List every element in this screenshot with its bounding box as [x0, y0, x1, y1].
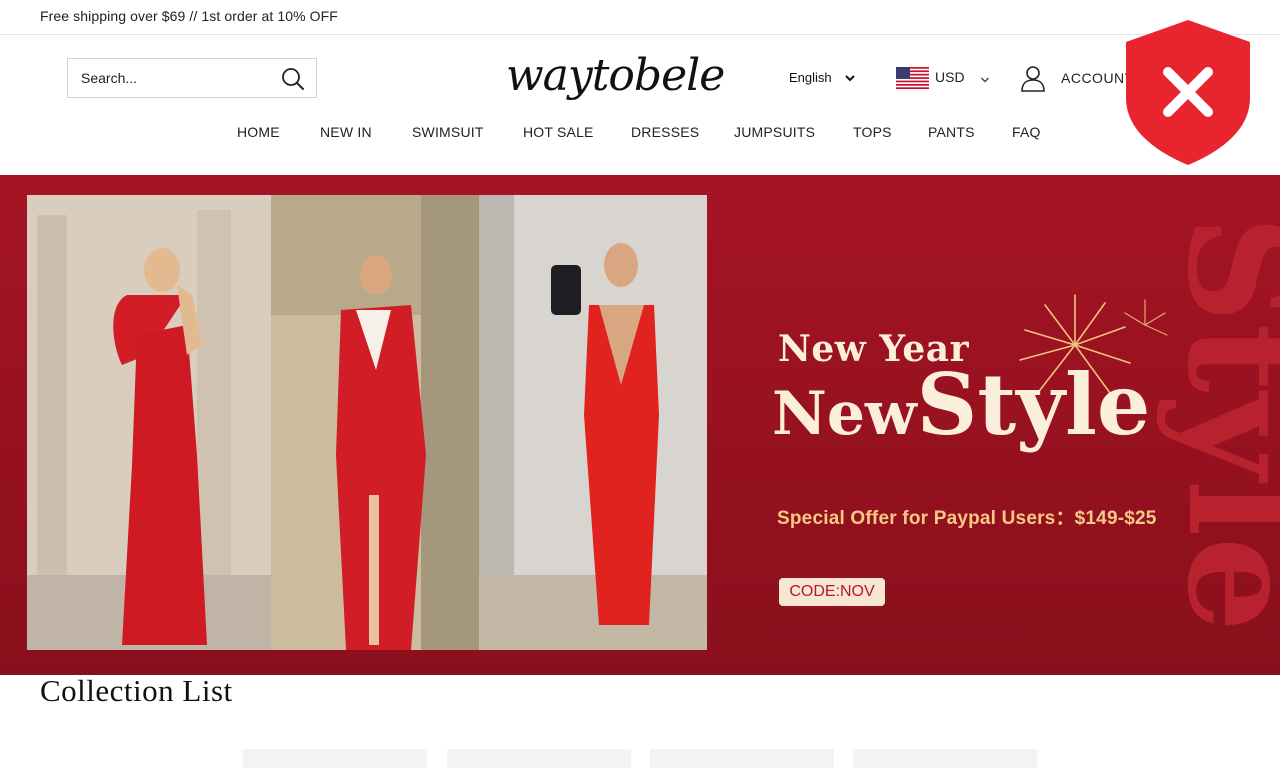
- logo-text: waytobele: [506, 50, 725, 101]
- promo-code-badge[interactable]: CODE:NOV: [779, 578, 885, 606]
- language-label: English: [789, 70, 832, 85]
- svg-text:Style: Style: [1154, 215, 1280, 632]
- model-photo: [271, 195, 479, 650]
- close-overlay-button[interactable]: [1126, 20, 1250, 165]
- chevron-down-icon: [980, 72, 990, 83]
- banner-title-new: New: [772, 379, 917, 449]
- style-watermark: Style: [1154, 215, 1280, 632]
- model-photo: [27, 195, 271, 650]
- nav-item-hot-sale[interactable]: HOT SALE: [523, 124, 594, 140]
- announcement-text: Free shipping over $69 // 1st order at 1…: [40, 8, 338, 24]
- us-flag-icon: [896, 67, 929, 89]
- chevron-down-icon: [844, 71, 856, 83]
- nav-item-jumpsuits[interactable]: JUMPSUITS: [734, 124, 815, 140]
- main-navigation: HOME NEW IN SWIMSUIT HOT SALE DRESSES JU…: [0, 120, 1280, 148]
- account-label: ACCOUNT: [1061, 70, 1134, 86]
- collection-card[interactable]: [853, 749, 1037, 768]
- nav-item-home[interactable]: HOME: [237, 124, 280, 140]
- announcement-bar: Free shipping over $69 // 1st order at 1…: [0, 0, 1280, 35]
- nav-item-pants[interactable]: PANTS: [928, 124, 975, 140]
- user-icon: [1020, 64, 1046, 92]
- collection-card[interactable]: [650, 749, 834, 768]
- model-photo: [479, 195, 707, 650]
- collection-card[interactable]: [243, 749, 427, 768]
- banner-offer-text: Special Offer for Paypal Users：$149-$25: [777, 508, 1157, 529]
- nav-item-tops[interactable]: TOPS: [853, 124, 892, 140]
- search-icon[interactable]: [280, 66, 306, 92]
- currency-label: USD: [935, 69, 965, 85]
- search-input[interactable]: [68, 59, 273, 97]
- nav-item-faq[interactable]: FAQ: [1012, 124, 1041, 140]
- nav-item-swimsuit[interactable]: SWIMSUIT: [412, 124, 484, 140]
- site-logo[interactable]: waytobele: [506, 48, 725, 110]
- hero-banner[interactable]: Style New Year NewStyle Special Offer fo…: [0, 175, 1280, 675]
- banner-title-line2: NewStyle: [772, 363, 1150, 447]
- close-icon: [1126, 20, 1250, 165]
- search-box[interactable]: [67, 58, 317, 98]
- model-photo-collage: [27, 195, 707, 650]
- nav-item-new-in[interactable]: NEW IN: [320, 124, 372, 140]
- collection-card[interactable]: [447, 749, 631, 768]
- nav-item-dresses[interactable]: DRESSES: [631, 124, 699, 140]
- collection-list-title: Collection List: [40, 673, 233, 708]
- language-selector[interactable]: English: [789, 68, 855, 88]
- banner-title-style: Style: [916, 355, 1151, 454]
